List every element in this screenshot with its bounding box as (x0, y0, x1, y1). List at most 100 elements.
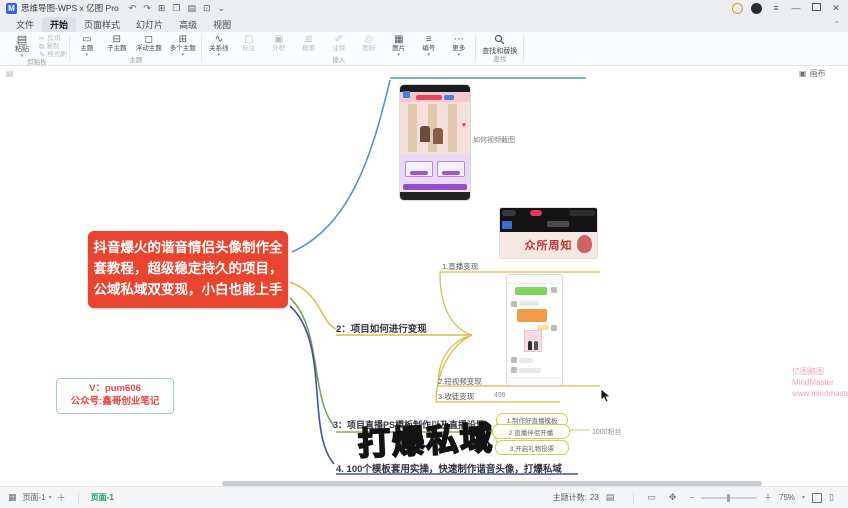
status-bar: ▦ 页面-1 ▾ ＋ 页面-1 主题计数: 23 ▤ ▭ ✥ − ＋ 75% ▾… (0, 486, 848, 508)
minimize-button[interactable]: — (790, 3, 802, 13)
boundary-icon: ▣ (274, 34, 283, 45)
callout-button[interactable]: ▢ 标注 (235, 33, 263, 53)
page-selector[interactable]: 页面-1 (23, 492, 46, 503)
page-grid-icon[interactable]: ▦ (8, 492, 17, 503)
zoom-caret-icon[interactable]: ▾ (802, 494, 805, 501)
zoom-slider[interactable] (701, 497, 757, 499)
open-file-icon[interactable]: ❐ (172, 1, 180, 15)
collapse-ribbon-icon[interactable]: ⌃ (833, 20, 840, 29)
title-bar: M 思维导图-WPS x 亿图 Pro ↶ ↷ ⊞ ❐ ▤ ⊡ ⌄ ≡ — ✕ (0, 0, 848, 16)
livestream-screenshot-image[interactable]: 众所周知 (500, 208, 597, 258)
overlay-sticker-text[interactable]: 打爆私域 (357, 413, 495, 465)
branch2-child1-label[interactable]: 1.直播变现 (442, 261, 478, 272)
mark-button[interactable]: ◎ 图标 (355, 33, 383, 53)
branch2-child3-label[interactable]: 3.收徒变现 (438, 391, 474, 402)
mark-icon: ◎ (364, 34, 373, 45)
branch2-title[interactable]: 2：项目如何进行变现 (336, 321, 427, 335)
hamburger-menu-icon[interactable]: ≡ (770, 3, 782, 13)
fit-screen-icon[interactable] (812, 493, 822, 503)
more-quick-access-icon[interactable]: ⌄ (218, 1, 226, 15)
stamp-icon (577, 235, 592, 253)
tab-advanced[interactable]: 高级 (171, 17, 205, 32)
ribbon-group-topic: ▭ 主题▾ ⊟ 子主题 ◻ 浮动主题 ⊞ 多个主题▾ 主题 (70, 32, 202, 65)
note-button[interactable]: ✐ 注释 (325, 33, 353, 53)
format-painter-icon: ✎ (39, 51, 45, 59)
relationship-line-icon: ∿ (215, 34, 223, 45)
branch3-pill2-note[interactable]: 1000粉丝 (592, 427, 622, 437)
subtopic-button[interactable]: ⊟ 子主题 (103, 33, 131, 53)
save-icon[interactable]: ▤ (187, 1, 196, 15)
new-file-icon[interactable]: ⊞ (158, 1, 166, 15)
mouse-cursor (600, 388, 611, 403)
ribbon: ▤ 粘贴▾ ✂剪切 ⧉复制 ✎格式刷 剪贴板 ▭ 主题▾ (0, 32, 848, 66)
paste-button[interactable]: ▤ 粘贴▾ (7, 33, 37, 58)
add-page-button[interactable]: ＋ (57, 491, 66, 504)
tab-home[interactable]: 开始 (42, 17, 76, 32)
multi-topic-icon: ⊞ (179, 34, 187, 45)
picture-icon: ▦ (394, 34, 403, 45)
picture-button[interactable]: ▦ 图片▾ (385, 33, 413, 57)
floating-topic-button[interactable]: ◻ 浮动主题 (133, 33, 165, 53)
more-icon: ⋯ (454, 34, 464, 45)
ribbon-group-find: 查找和替换 查找 (476, 32, 524, 65)
summary-button[interactable]: ≣ 概要 (295, 33, 323, 53)
search-icon (494, 34, 505, 48)
restore-button[interactable] (810, 3, 822, 13)
menu-bar: 文件 开始 页面样式 幻灯片 高级 视图 ⌃ (0, 16, 848, 32)
group-label-topic: 主题 (129, 57, 142, 66)
zoom-level[interactable]: 75% (779, 493, 795, 502)
find-replace-button[interactable]: 查找和替换 (479, 33, 521, 56)
print-icon[interactable]: ⊡ (203, 1, 211, 15)
tab-page-style[interactable]: 页面样式 (76, 17, 128, 32)
topic-button[interactable]: ▭ 主题▾ (73, 33, 101, 57)
multi-topic-button[interactable]: ⊞ 多个主题▾ (167, 33, 199, 57)
subtopic-icon: ⊟ (113, 34, 121, 45)
livestream-text: 众所周知 (525, 237, 573, 253)
floating-topic-icon: ◻ (145, 34, 153, 45)
tab-view[interactable]: 视图 (205, 17, 239, 32)
zoom-in-icon[interactable]: ＋ (764, 492, 772, 503)
floating-topic[interactable]: V：pum606 公众号:鑫哥创业笔记 (56, 378, 174, 414)
heart-icon: ♥ (462, 122, 466, 129)
central-topic[interactable]: 抖音爆火的谐音情侣头像制作全套教程，超级稳定持久的项目，公域私域双变现，小白也能… (88, 231, 288, 308)
membership-icon[interactable] (732, 3, 743, 14)
presentation-icon[interactable]: ▭ (647, 492, 656, 503)
topic-count-value: 23 (590, 493, 599, 502)
callout-icon: ▢ (244, 34, 253, 45)
floating-topic-line2: 公众号:鑫哥创业笔记 (71, 396, 160, 409)
tab-slides[interactable]: 幻灯片 (128, 17, 171, 32)
sheet-tab[interactable]: 页面-1 (85, 492, 120, 503)
close-button[interactable]: ✕ (830, 3, 842, 14)
mindmap-canvas[interactable]: ▤ ▣ 画布 抖音爆火的谐音情侣头像制作全套教程，超级稳定持久的项目，公域私域双… (0, 66, 848, 486)
topic-icon: ▭ (82, 34, 91, 45)
numbering-icon: ≡ (426, 34, 432, 45)
numbering-button[interactable]: ≡ 编号▾ (415, 33, 443, 57)
page-selector-caret-icon[interactable]: ▾ (49, 494, 52, 501)
format-painter-button[interactable]: ✎格式刷 (39, 51, 67, 59)
more-button[interactable]: ⋯ 更多▾ (445, 33, 473, 57)
branch2-child2-label[interactable]: 2.短视频变现 (438, 376, 482, 387)
chat-screenshot-image[interactable] (507, 275, 562, 385)
ribbon-group-clipboard: ▤ 粘贴▾ ✂剪切 ⧉复制 ✎格式刷 剪贴板 (4, 32, 70, 65)
app-logo-icon: M (6, 3, 17, 14)
zoom-out-icon[interactable]: − (689, 493, 694, 502)
floating-topic-line1: V：pum606 (89, 383, 141, 396)
redo-icon[interactable]: ↷ (143, 1, 151, 15)
relationship-line-button[interactable]: ∿ 关系线▾ (205, 33, 233, 57)
undo-icon[interactable]: ↶ (129, 1, 137, 15)
branch3-pill2[interactable]: 2.直播伴侣开播 (492, 424, 570, 439)
fullscreen-icon[interactable]: ▯ (829, 492, 834, 503)
outline-view-icon[interactable]: ▤ (606, 492, 615, 503)
watermark: 亿图脑图 MindMaster www.mindmaster.cn (792, 366, 848, 399)
boundary-button[interactable]: ▣ 外框 (265, 33, 293, 53)
branch3-pill3[interactable]: 3.开启礼物投票 (495, 440, 569, 455)
pan-tool-icon[interactable]: ✥ (669, 492, 677, 503)
paste-icon: ▤ (17, 34, 27, 46)
branch1-caption[interactable]: 如何视频截图 (473, 135, 515, 145)
topic-count-label: 主题计数: (553, 492, 587, 503)
phone-screenshot-image[interactable]: ♥ (400, 85, 470, 200)
branch2-child3-value: 499 (494, 392, 506, 399)
user-avatar[interactable] (751, 3, 762, 14)
tab-file[interactable]: 文件 (8, 17, 42, 32)
ribbon-group-insert: ∿ 关系线▾ ▢ 标注 ▣ 外框 ≣ 概要 ✐ 注释 ◎ 图标 (202, 32, 476, 65)
